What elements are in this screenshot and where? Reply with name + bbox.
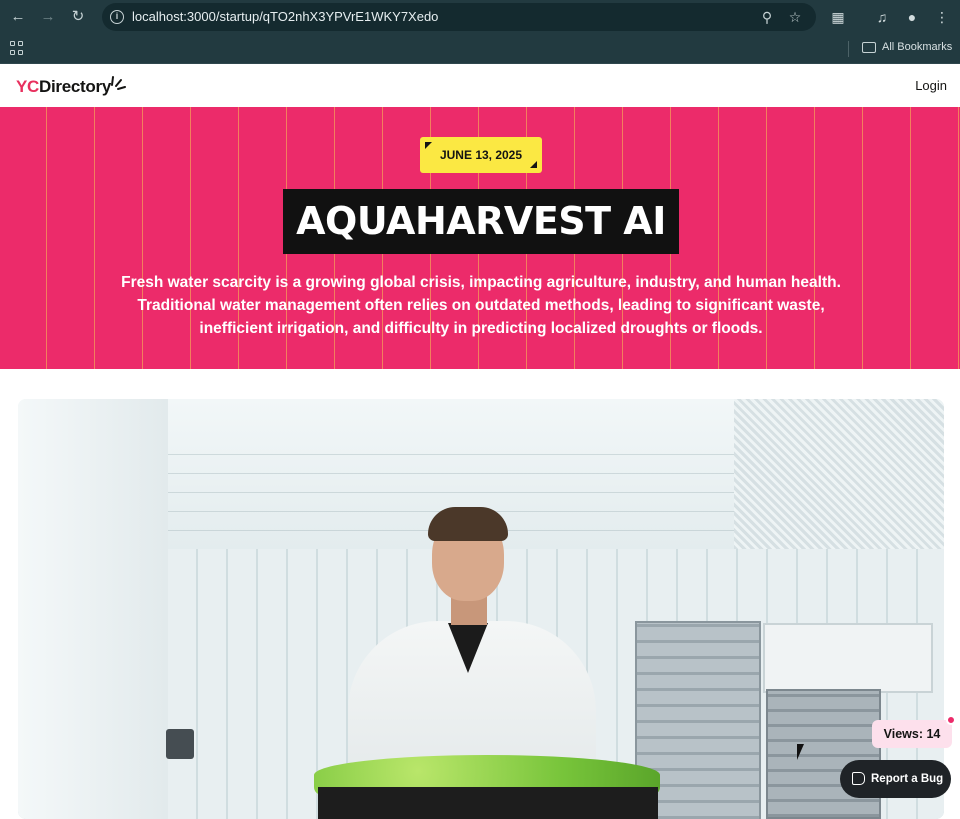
- back-icon[interactable]: ←: [8, 7, 28, 27]
- image-door: [763, 623, 933, 693]
- profile-icon[interactable]: ●: [902, 7, 922, 27]
- logo-burst-icon: [111, 76, 126, 90]
- startup-description: Fresh water scarcity is a growing global…: [121, 274, 841, 337]
- address-bar[interactable]: i localhost:3000/startup/qTO2nhX3YPVrE1W…: [102, 3, 816, 31]
- image-person-hair: [428, 507, 508, 541]
- site-logo[interactable]: YCDirectory: [16, 77, 111, 97]
- report-bug-label: Report a Bug: [871, 773, 944, 785]
- title-box: AQUAHARVEST AI: [283, 189, 679, 254]
- report-bug-button[interactable]: Report a Bug: [840, 760, 951, 798]
- image-dispenser: [166, 729, 194, 759]
- login-link[interactable]: Login: [915, 78, 947, 93]
- megaphone-icon: [852, 772, 865, 785]
- zoom-icon[interactable]: ⚲: [758, 8, 776, 26]
- menu-kebab-icon[interactable]: ⋮: [932, 7, 952, 27]
- forward-icon[interactable]: →: [38, 7, 58, 27]
- date-tag: JUNE 13, 2025: [420, 137, 542, 173]
- image-crates: [766, 689, 881, 819]
- startup-title: AQUAHARVEST AI: [296, 199, 666, 243]
- mouse-cursor-icon: [797, 744, 811, 760]
- media-controls-icon[interactable]: ♫: [872, 7, 892, 27]
- tag-corner-icon: [530, 161, 537, 168]
- folder-icon: [862, 42, 876, 53]
- bookmarks-divider: [848, 41, 849, 57]
- live-indicator-dot: [946, 715, 956, 725]
- logo-prefix: YC: [16, 77, 40, 96]
- views-badge: Views: 14: [872, 720, 952, 748]
- logo-suffix: Directory: [39, 77, 111, 96]
- address-bar-url[interactable]: localhost:3000/startup/qTO2nhX3YPVrE1WKY…: [132, 9, 438, 24]
- bookmarks-bar: All Bookmarks: [0, 34, 960, 64]
- browser-toolbar: ← → ↻ i localhost:3000/startup/qTO2nhX3Y…: [0, 0, 960, 34]
- tag-corner-icon: [425, 142, 432, 149]
- site-info-icon[interactable]: i: [110, 10, 124, 24]
- site-header: YCDirectory Login: [0, 65, 960, 107]
- image-ceiling-slats: [734, 399, 944, 549]
- startup-date: JUNE 13, 2025: [439, 148, 523, 162]
- apps-grid-icon[interactable]: [10, 41, 24, 55]
- image-tray: [318, 787, 658, 819]
- image-left-wall: [18, 399, 168, 819]
- startup-hero: JUNE 13, 2025 AQUAHARVEST AI Fresh water…: [0, 107, 960, 369]
- extensions-icon[interactable]: ▦: [828, 7, 848, 27]
- reload-icon[interactable]: ↻: [68, 7, 88, 27]
- all-bookmarks-link[interactable]: All Bookmarks: [882, 41, 952, 53]
- bookmark-star-icon[interactable]: ☆: [786, 8, 804, 26]
